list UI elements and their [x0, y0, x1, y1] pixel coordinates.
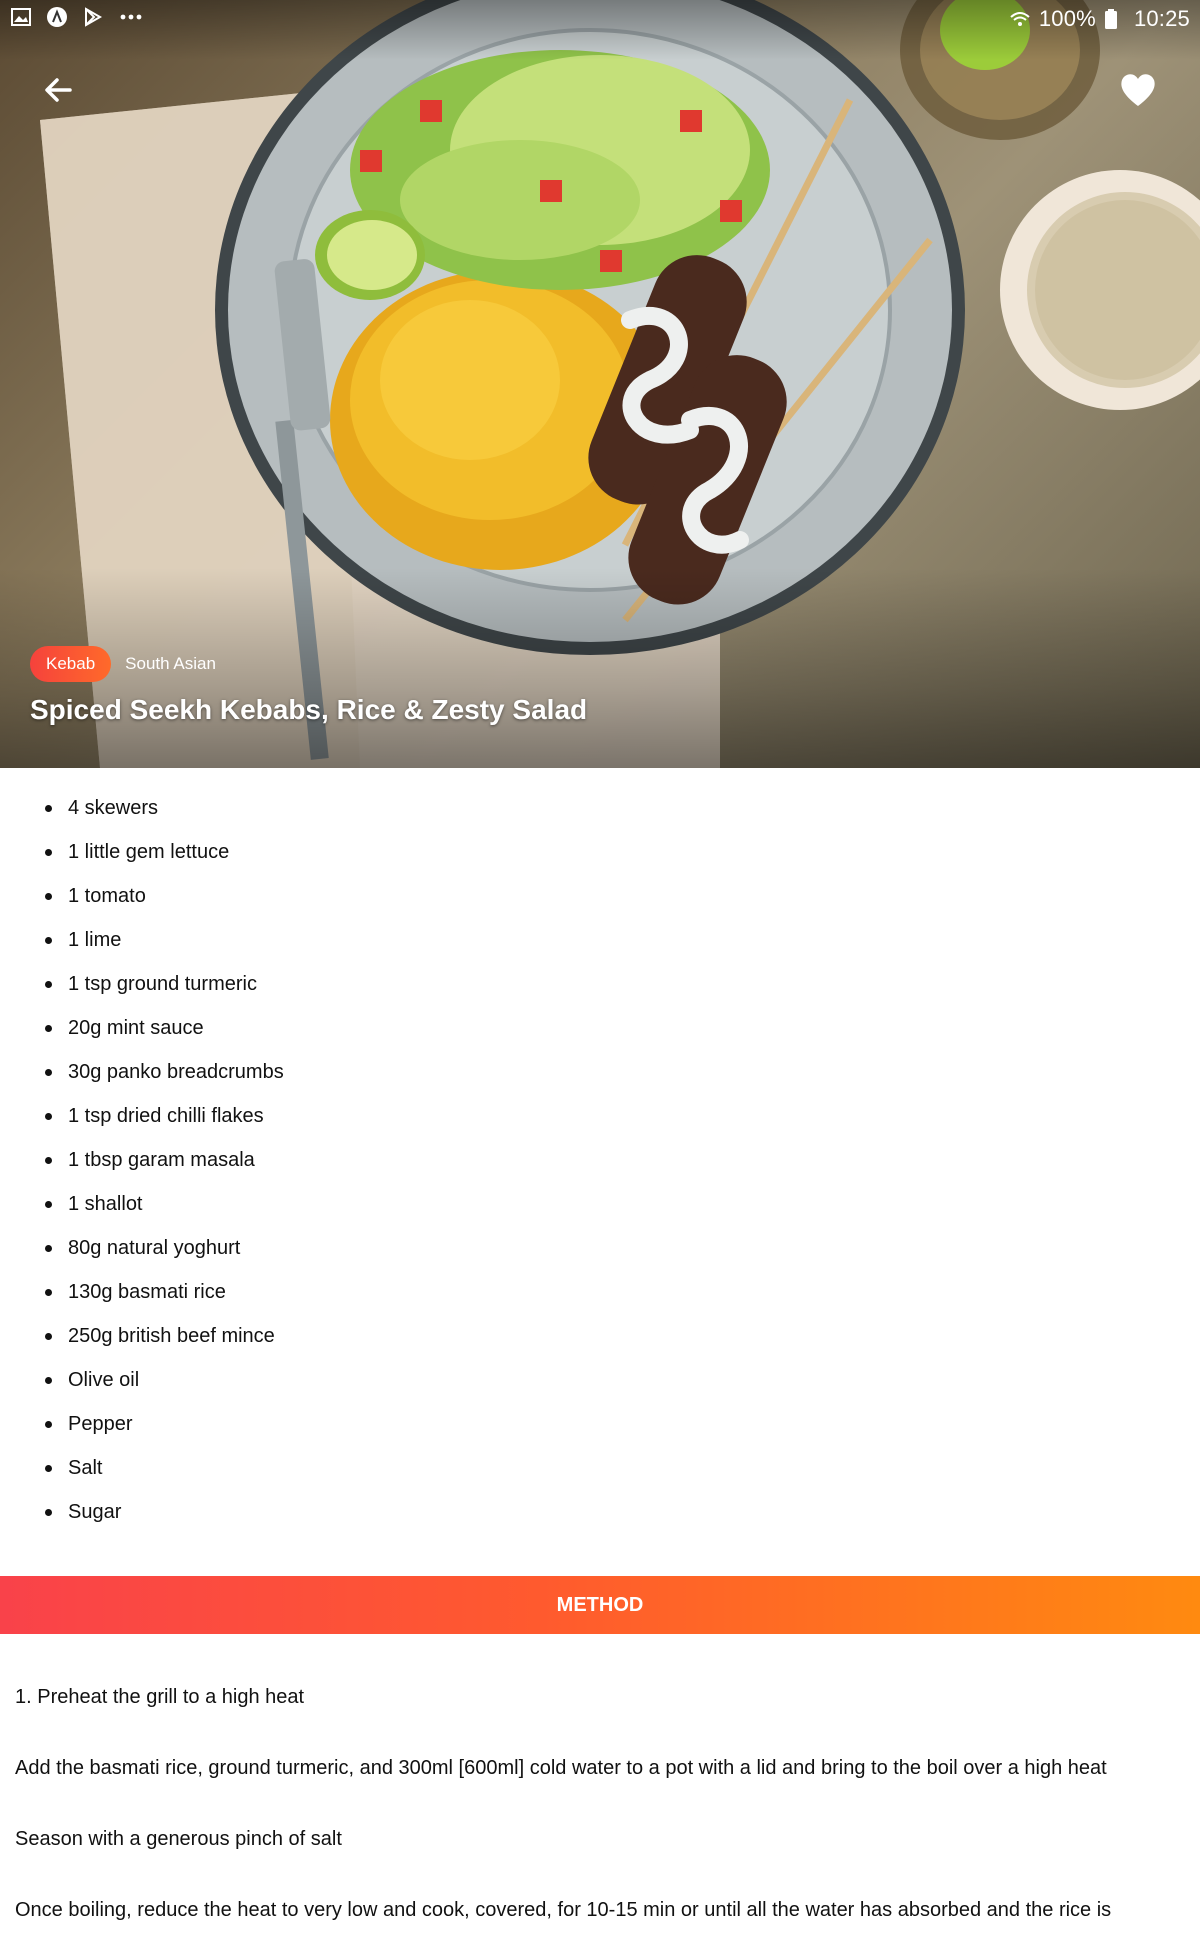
- ingredient-item: 130g basmati rice: [0, 1270, 1200, 1314]
- ingredient-item: Sugar: [0, 1490, 1200, 1534]
- tag-cuisine[interactable]: South Asian: [125, 654, 216, 674]
- method-step: Once boiling, reduce the heat to very lo…: [15, 1899, 1112, 1921]
- ingredient-item: Pepper: [0, 1402, 1200, 1446]
- method-steps: 1. Preheat the grill to a high heat Add …: [15, 1664, 1190, 1948]
- recipe-tags: Kebab South Asian: [30, 646, 216, 682]
- ingredient-item: 20g mint sauce: [0, 1006, 1200, 1050]
- a-circle-icon: [46, 6, 68, 28]
- gallery-icon: [10, 6, 32, 28]
- ingredient-item: 1 tsp dried chilli flakes: [0, 1094, 1200, 1138]
- status-bar: 100% 10:25: [0, 0, 1200, 38]
- play-store-icon: [82, 6, 104, 28]
- ingredient-item: Salt: [0, 1446, 1200, 1490]
- tag-kebab[interactable]: Kebab: [30, 646, 112, 682]
- ingredient-item: 1 tsp ground turmeric: [0, 962, 1200, 1006]
- method-header: METHOD: [0, 1576, 1200, 1634]
- ingredient-item: 1 tomato: [0, 874, 1200, 918]
- ingredient-item: 1 tbsp garam masala: [0, 1138, 1200, 1182]
- battery-percent: 100%: [1038, 6, 1096, 31]
- ingredient-item: 1 lime: [0, 918, 1200, 962]
- ingredients-list: 4 skewers 1 little gem lettuce 1 tomato …: [0, 786, 1200, 1534]
- ingredient-item: 250g british beef mince: [0, 1314, 1200, 1358]
- back-arrow-icon: [45, 78, 72, 102]
- method-step: 1. Preheat the grill to a high heat: [15, 1686, 305, 1708]
- recipe-title: Spiced Seekh Kebabs, Rice & Zesty Salad: [30, 694, 588, 725]
- wifi-icon: [1009, 8, 1031, 30]
- back-button[interactable]: [36, 68, 80, 112]
- ingredient-item: 1 little gem lettuce: [0, 830, 1200, 874]
- ingredient-item: 4 skewers: [0, 786, 1200, 830]
- ingredient-item: 30g panko breadcrumbs: [0, 1050, 1200, 1094]
- battery-icon: [1104, 8, 1126, 30]
- method-step: Season with a generous pinch of salt: [15, 1828, 342, 1850]
- ingredient-item: 1 shallot: [0, 1182, 1200, 1226]
- clock: 10:25: [1133, 6, 1190, 31]
- method-step: Add the basmati rice, ground turmeric, a…: [15, 1757, 1107, 1779]
- favorite-button[interactable]: [1116, 68, 1160, 112]
- ingredient-item: 80g natural yoghurt: [0, 1226, 1200, 1270]
- heart-icon: [1121, 74, 1155, 106]
- more-dots-icon: [118, 6, 142, 28]
- ingredient-item: Olive oil: [0, 1358, 1200, 1402]
